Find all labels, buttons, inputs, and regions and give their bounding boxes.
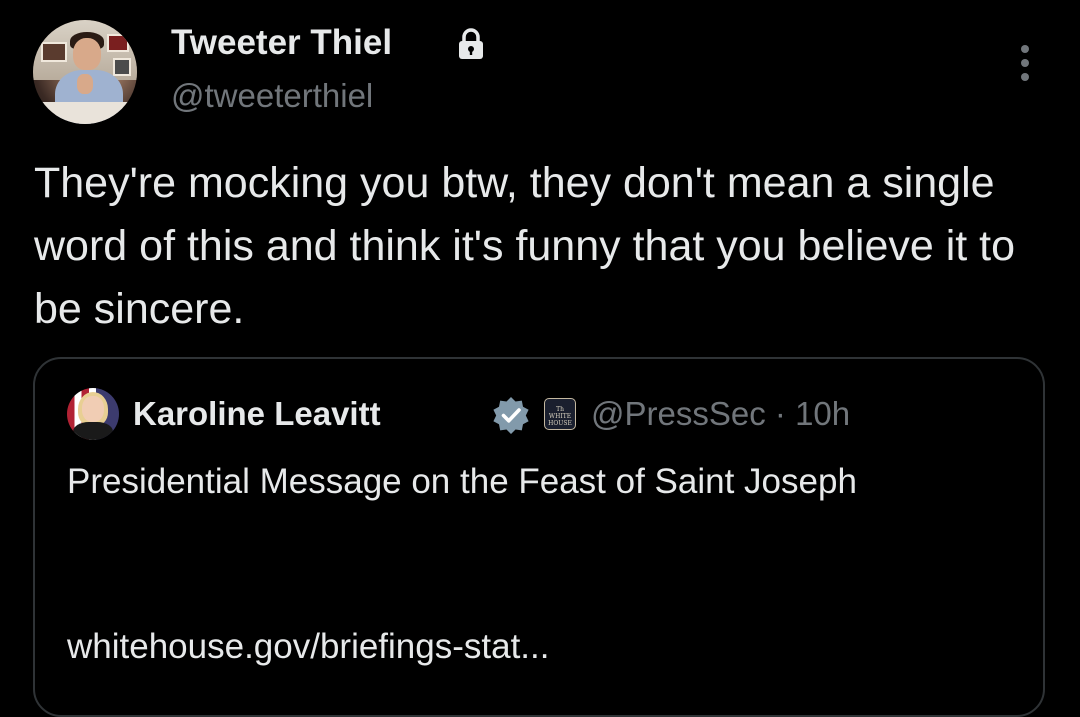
quoted-author-display-name[interactable]: Karoline Leavitt (133, 391, 381, 437)
meta-separator: · (774, 395, 786, 432)
white-house-badge-icon[interactable]: Th WHITE HOUSE (544, 398, 576, 430)
author-display-name[interactable]: Tweeter Thiel (171, 21, 392, 65)
avatar-picture-frame (107, 34, 129, 52)
more-vertical-icon[interactable] (1010, 42, 1040, 84)
quoted-tweet-card[interactable]: Karoline Leavitt Th WHITE HOUSE @PressSe… (33, 357, 1045, 717)
lock-icon (459, 28, 483, 59)
quoted-author-meta: @PressSec · 10h (591, 391, 850, 437)
quoted-tweet-link[interactable]: whitehouse.gov/briefings-stat... (67, 622, 549, 672)
avatar-figure-head (73, 38, 101, 70)
quoted-author-avatar[interactable] (67, 388, 119, 440)
avatar-figure-hand (77, 74, 93, 94)
tweet: Tweeter Thiel @tweeterthiel They're mock… (0, 0, 1080, 717)
quoted-author-handle[interactable]: @PressSec (591, 395, 766, 432)
avatar-desk (33, 102, 137, 124)
author-handle[interactable]: @tweeterthiel (171, 74, 373, 118)
avatar-picture-frame (113, 58, 131, 76)
avatar-picture-frame (41, 42, 67, 62)
verified-badge-icon (493, 397, 529, 434)
quoted-tweet-text: Presidential Message on the Feast of Sai… (67, 462, 857, 501)
quoted-tweet-time[interactable]: 10h (795, 395, 850, 432)
avatar[interactable] (33, 20, 137, 124)
tweet-text: They're mocking you btw, they don't mean… (34, 159, 1016, 333)
